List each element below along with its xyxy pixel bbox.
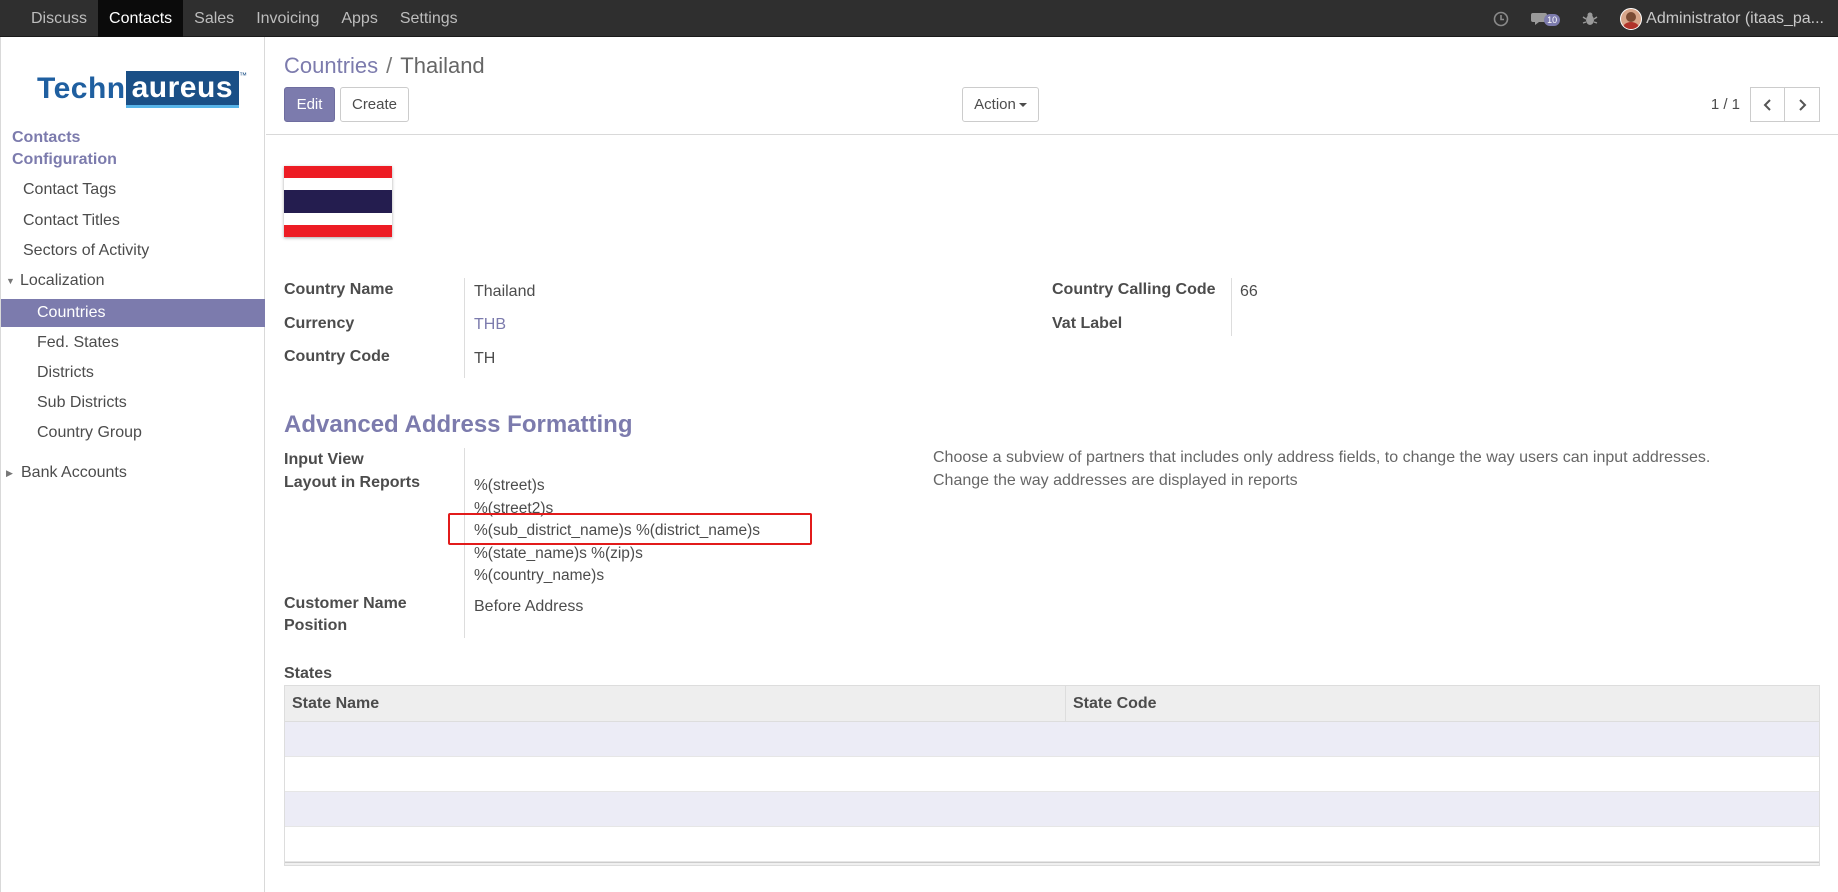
country-code-value: TH xyxy=(474,350,496,367)
layout-reports-label: Layout in Reports xyxy=(284,474,421,491)
field-divider xyxy=(1231,278,1232,336)
section-title: Advanced Address Formatting xyxy=(284,411,633,438)
logo-text-part1: Techn xyxy=(37,72,126,105)
currency-label: Currency xyxy=(284,315,355,332)
chevron-right-icon xyxy=(1799,98,1807,111)
chevron-left-icon xyxy=(1763,98,1771,111)
country-flag-image[interactable] xyxy=(284,166,392,237)
sidebar-item-bank-accounts[interactable]: ▶ Bank Accounts xyxy=(1,459,265,487)
breadcrumb-separator: / xyxy=(386,53,393,78)
country-code-label: Country Code xyxy=(284,348,390,365)
menu-invoicing[interactable]: Invoicing xyxy=(245,0,330,37)
logo-text-part2: aureus xyxy=(125,70,240,108)
states-table: State Name State Code xyxy=(284,685,1820,866)
table-row xyxy=(285,792,1819,827)
table-row xyxy=(285,722,1819,757)
column-state-code[interactable]: State Code xyxy=(1066,686,1157,721)
flag-stripe-4 xyxy=(284,213,392,225)
country-name-value: Thailand xyxy=(474,283,536,300)
sidebar-item-localization[interactable]: ▼ Localization xyxy=(1,267,265,295)
avatar xyxy=(1620,7,1643,30)
layout-line: %(state_name)s %(zip)s xyxy=(474,544,643,562)
table-row xyxy=(285,757,1819,792)
customer-name-position-label-line2: Position xyxy=(284,617,348,634)
table-header: State Name State Code xyxy=(285,686,1819,722)
vat-label-label: Vat Label xyxy=(1052,315,1123,332)
customer-name-position-value: Before Address xyxy=(474,598,584,615)
sidebar-item-contact-tags[interactable]: Contact Tags xyxy=(1,176,265,204)
activity-clock-icon[interactable] xyxy=(1493,11,1509,27)
messages-chat-icon[interactable]: 10 xyxy=(1531,11,1561,27)
input-view-help: Choose a subview of partners that includ… xyxy=(933,449,1711,466)
calling-code-label: Country Calling Code xyxy=(1052,281,1216,298)
sidebar-item-bank-accounts-label: Bank Accounts xyxy=(21,464,127,481)
sidebar-item-localization-label: Localization xyxy=(20,272,105,289)
breadcrumb-countries[interactable]: Countries xyxy=(284,53,378,78)
action-dropdown-button[interactable]: Action xyxy=(962,87,1039,122)
sidebar-item-fed-states[interactable]: Fed. States xyxy=(1,329,265,357)
field-divider xyxy=(464,278,465,378)
country-name-label: Country Name xyxy=(284,281,394,298)
table-row xyxy=(285,827,1819,862)
layout-help: Change the way addresses are displayed i… xyxy=(933,472,1298,489)
menu-settings[interactable]: Settings xyxy=(389,0,469,37)
flag-stripe-1 xyxy=(284,166,392,178)
pager-value[interactable]: 1 / 1 xyxy=(1711,96,1740,113)
sidebar-item-country-group[interactable]: Country Group xyxy=(1,419,265,447)
breadcrumb-current: Thailand xyxy=(400,53,485,78)
logo-trademark: ™ xyxy=(239,71,248,80)
user-name: Administrator (itaas_pa... xyxy=(1646,9,1824,27)
currency-link[interactable]: THB xyxy=(474,316,506,334)
sidebar-item-districts[interactable]: Districts xyxy=(1,359,265,387)
breadcrumb: Countries / Thailand xyxy=(284,53,485,79)
sidebar-item-countries[interactable]: Countries xyxy=(1,299,265,327)
edit-button[interactable]: Edit xyxy=(284,87,335,122)
control-panel: Countries / Thailand Edit Create Action 1 … xyxy=(266,37,1838,135)
menu-apps[interactable]: Apps xyxy=(330,0,388,37)
sidebar-section-contacts[interactable]: Contacts xyxy=(12,129,80,147)
flag-stripe-5 xyxy=(284,225,392,237)
layout-line: %(street)s xyxy=(474,477,545,494)
table-footer xyxy=(285,862,1819,865)
caret-right-icon: ▶ xyxy=(6,468,13,478)
top-menu: Discuss Contacts Sales Invoicing Apps Se… xyxy=(20,0,469,37)
customer-name-position-label-line1: Customer Name xyxy=(284,595,407,612)
sidebar: Techn aureus ™ Contacts Configuration Co… xyxy=(0,37,265,892)
systray: 10 Administrator (itaas_pa... xyxy=(1493,0,1838,37)
messages-count-badge: 10 xyxy=(1544,14,1561,26)
menu-discuss[interactable]: Discuss xyxy=(20,0,98,37)
user-menu[interactable]: Administrator (itaas_pa... xyxy=(1620,7,1824,30)
menu-contacts[interactable]: Contacts xyxy=(98,0,184,37)
input-view-label: Input View xyxy=(284,451,364,468)
layout-line: %(country_name)s xyxy=(474,567,605,584)
calling-code-value: 66 xyxy=(1240,283,1258,300)
sidebar-item-sub-districts[interactable]: Sub Districts xyxy=(1,389,265,417)
action-label: Action xyxy=(974,96,1016,113)
flag-stripe-2 xyxy=(284,178,392,190)
top-navbar: Discuss Contacts Sales Invoicing Apps Se… xyxy=(0,0,1838,37)
pager: 1 / 1 xyxy=(1711,87,1820,122)
caret-down-icon xyxy=(1018,103,1027,108)
highlight-annotation-box xyxy=(448,513,812,545)
sidebar-item-sectors[interactable]: Sectors of Activity xyxy=(1,237,265,265)
menu-sales[interactable]: Sales xyxy=(183,0,245,37)
column-state-name[interactable]: State Name xyxy=(285,686,1066,721)
sidebar-section-configuration[interactable]: Configuration xyxy=(12,151,117,169)
pager-previous-button[interactable] xyxy=(1750,87,1785,122)
company-logo: Techn aureus ™ xyxy=(37,69,247,109)
sidebar-item-contact-titles[interactable]: Contact Titles xyxy=(1,207,265,235)
debug-bug-icon[interactable] xyxy=(1582,11,1598,27)
pager-next-button[interactable] xyxy=(1785,87,1820,122)
flag-stripe-3 xyxy=(284,190,392,213)
caret-down-icon: ▼ xyxy=(6,276,15,286)
states-label: States xyxy=(284,665,333,682)
create-button[interactable]: Create xyxy=(340,87,409,122)
